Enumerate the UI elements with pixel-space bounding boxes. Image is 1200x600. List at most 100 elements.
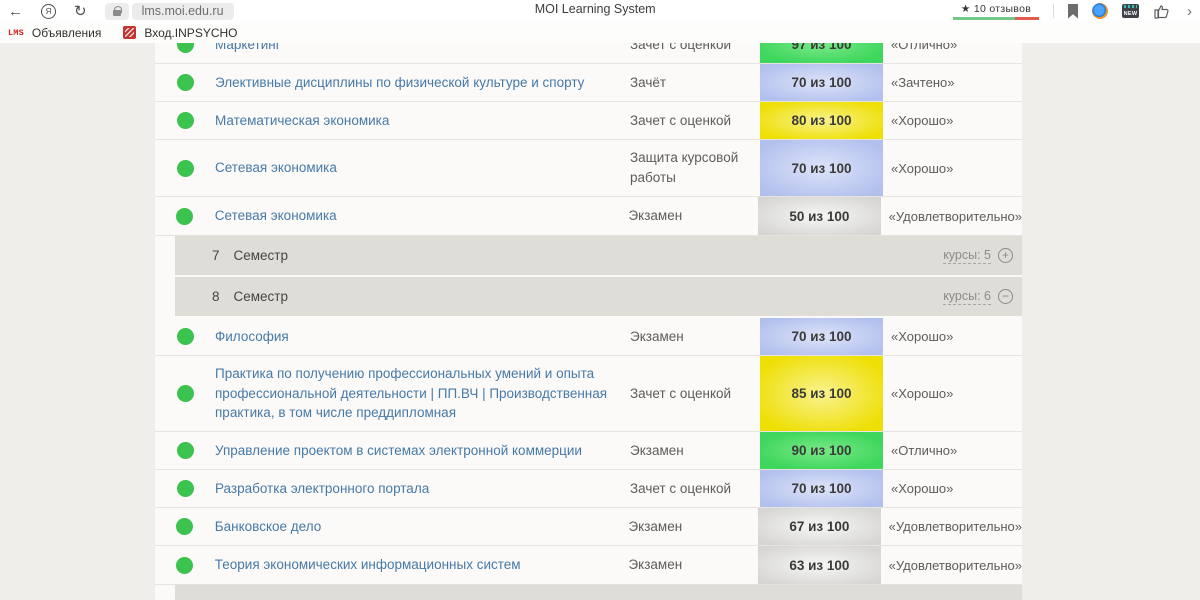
table-row: Сетевая экономика Защита курсовой работы… xyxy=(155,140,1022,197)
page-title: MOI Learning System xyxy=(535,2,656,16)
bookmark-label: Объявления xyxy=(32,26,101,40)
score-cell: 70 из 100 xyxy=(760,64,883,101)
course-name-link[interactable]: Разработка электронного портала xyxy=(215,471,630,507)
status-cell xyxy=(155,140,215,196)
table-row: Разработка электронного портала Зачет с … xyxy=(155,470,1022,508)
course-name-link[interactable]: Маркетинг xyxy=(215,43,630,62)
score-value: 70 из 100 xyxy=(791,161,851,176)
address-bar[interactable]: lms.moi.edu.ru xyxy=(132,3,234,20)
toolbar-right-cluster: ★ 10 отзывов NEW › xyxy=(953,0,1192,22)
score-value: 80 из 100 xyxy=(791,113,851,128)
table-row: Элективные дисциплины по физической куль… xyxy=(155,64,1022,102)
score-value: 85 из 100 xyxy=(791,386,851,401)
course-name-link[interactable]: Практика по получению профессиональных у… xyxy=(215,356,630,431)
score-cell: 80 из 100 xyxy=(760,102,883,139)
semester-header-row[interactable]: 8 Семестр курсы: 6 − xyxy=(175,277,1022,316)
bookmark-item-announcements[interactable]: LMS Объявления xyxy=(8,26,101,40)
semester-controls: курсы: 5 + xyxy=(943,248,1022,264)
grade-text: «Зачтено» xyxy=(883,75,1022,90)
grade-text: «Удовлетворительно» xyxy=(881,519,1022,534)
course-name-link[interactable]: Банковское дело xyxy=(215,509,629,545)
course-status-icon xyxy=(177,480,194,497)
extension-icon[interactable] xyxy=(1092,3,1108,19)
table-row: Управление проектом в системах электронн… xyxy=(155,432,1022,470)
toolbar-divider xyxy=(1053,4,1054,18)
score-value: 50 из 100 xyxy=(789,209,849,224)
collapse-icon[interactable]: − xyxy=(998,289,1013,304)
lms-favicon: LMS xyxy=(8,28,24,38)
course-status-icon xyxy=(177,442,194,459)
padlock-glyph xyxy=(113,10,121,16)
page-content: Маркетинг Зачет с оценкой 97 из 100 «Отл… xyxy=(0,43,1200,600)
profile-icon[interactable]: Я xyxy=(41,4,56,19)
status-cell xyxy=(155,356,215,431)
status-cell xyxy=(155,432,215,469)
course-name-link[interactable]: Теория экономических информационных сист… xyxy=(215,547,629,583)
score-value: 90 из 100 xyxy=(791,443,851,458)
assessment-type: Экзамен xyxy=(628,206,758,226)
reviews-rating-bar xyxy=(953,17,1039,20)
score-value: 70 из 100 xyxy=(791,481,851,496)
lock-icon[interactable] xyxy=(105,3,129,20)
course-name-link[interactable]: Сетевая экономика xyxy=(215,150,630,186)
status-cell xyxy=(155,102,215,139)
course-name-link[interactable]: Управление проектом в системах электронн… xyxy=(215,433,630,469)
star-icon: ★ xyxy=(961,3,971,15)
course-status-icon xyxy=(177,160,194,177)
score-cell: 90 из 100 xyxy=(760,432,883,469)
table-row: Теория экономических информационных сист… xyxy=(155,546,1022,585)
next-semester-row-partial[interactable] xyxy=(175,585,1022,600)
assessment-type: Зачет с оценкой xyxy=(630,384,760,404)
grade-text: «Хорошо» xyxy=(883,161,1022,176)
course-status-icon xyxy=(177,74,194,91)
grade-text: «Хорошо» xyxy=(883,481,1022,496)
thumbs-rating-icon[interactable] xyxy=(1153,4,1171,19)
table-row: Математическая экономика Зачет с оценкой… xyxy=(155,102,1022,140)
table-row: Сетевая экономика Экзамен 50 из 100 «Удо… xyxy=(155,197,1022,236)
refresh-icon[interactable]: ↻ xyxy=(74,4,87,19)
status-cell xyxy=(155,508,215,545)
courses-count-link[interactable]: курсы: 6 xyxy=(943,289,991,305)
score-value: 97 из 100 xyxy=(791,43,851,52)
table-row: Практика по получению профессиональных у… xyxy=(155,356,1022,432)
semester-number: 7 xyxy=(212,248,220,263)
course-name-link[interactable]: Математическая экономика xyxy=(215,103,630,139)
score-value: 70 из 100 xyxy=(791,75,851,90)
course-status-icon xyxy=(176,208,193,225)
rating-bar-negative xyxy=(1015,17,1039,20)
course-status-icon xyxy=(176,557,193,574)
semester-label: Семестр xyxy=(234,248,289,263)
assessment-type: Зачет с оценкой xyxy=(630,43,760,54)
expand-icon[interactable]: + xyxy=(998,248,1013,263)
grade-text: «Отлично» xyxy=(883,443,1022,458)
courses-count-link[interactable]: курсы: 5 xyxy=(943,248,991,264)
assessment-type: Экзамен xyxy=(630,327,760,347)
new-extension-icon[interactable]: NEW xyxy=(1122,4,1139,18)
course-status-icon xyxy=(176,518,193,535)
score-cell: 70 из 100 xyxy=(760,318,883,355)
score-value: 70 из 100 xyxy=(791,329,851,344)
course-name-link[interactable]: Сетевая экономика xyxy=(215,198,629,234)
score-cell: 50 из 100 xyxy=(758,197,881,235)
assessment-type: Зачёт xyxy=(630,73,760,93)
semester-header-row[interactable]: 7 Семестр курсы: 5 + xyxy=(175,236,1022,275)
score-value: 67 из 100 xyxy=(789,519,849,534)
semester-label: Семестр xyxy=(234,289,289,304)
site-reviews-widget[interactable]: ★ 10 отзывов xyxy=(953,3,1039,20)
course-name-link[interactable]: Философия xyxy=(215,319,630,355)
gradebook-table: Маркетинг Зачет с оценкой 97 из 100 «Отл… xyxy=(155,43,1022,600)
bookmark-icon[interactable] xyxy=(1068,4,1078,19)
assessment-type: Защита курсовой работы xyxy=(630,148,760,187)
bookmarks-bar: LMS Объявления Вход.INPSYCHO xyxy=(0,22,1200,43)
sidebar-chevron-icon[interactable]: › xyxy=(1187,3,1192,20)
status-cell xyxy=(155,64,215,101)
bookmark-item-inpsycho[interactable]: Вход.INPSYCHO xyxy=(123,26,237,40)
course-status-icon xyxy=(177,43,194,53)
status-cell xyxy=(155,197,215,235)
course-status-icon xyxy=(177,112,194,129)
new-badge-label: NEW xyxy=(1124,11,1138,18)
course-name-link[interactable]: Элективные дисциплины по физической куль… xyxy=(215,65,630,101)
score-cell: 70 из 100 xyxy=(760,140,883,196)
score-cell: 70 из 100 xyxy=(760,470,883,507)
back-icon[interactable]: ← xyxy=(8,4,23,19)
